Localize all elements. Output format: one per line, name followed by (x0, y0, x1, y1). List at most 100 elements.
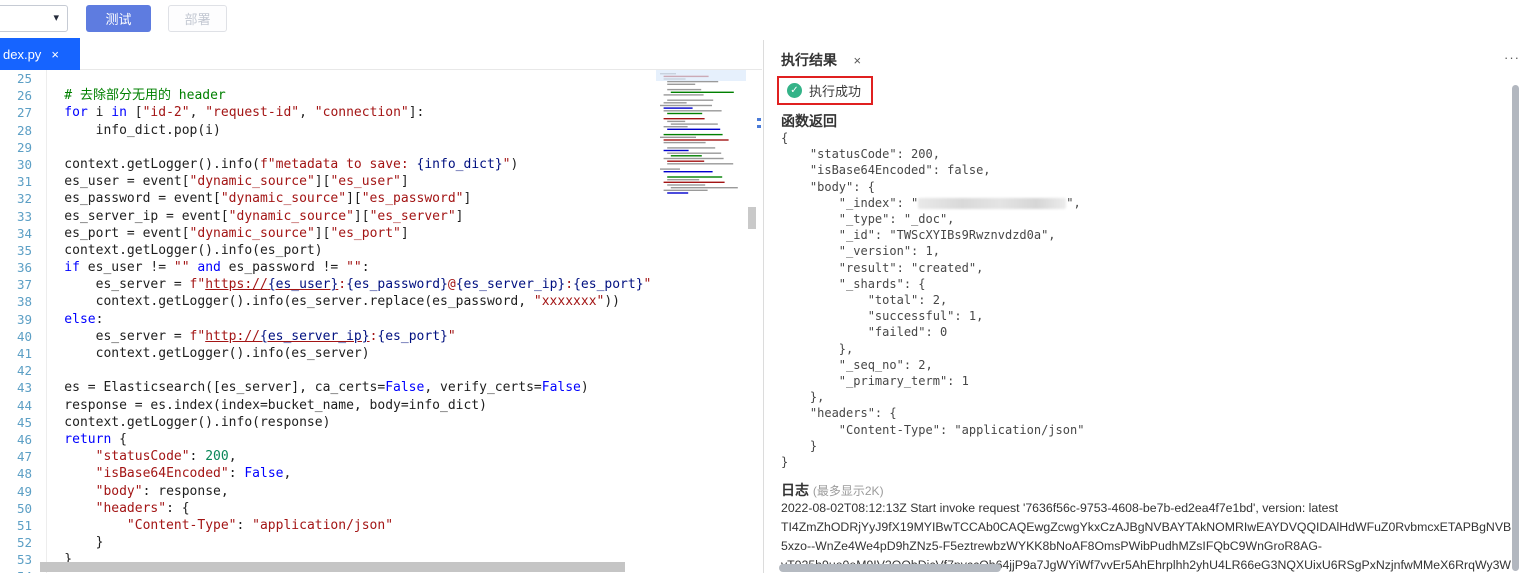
json-line: "isBase64Encoded": false, (781, 163, 991, 178)
tab-index-py[interactable]: dex.py × (0, 38, 80, 70)
minimap-code-preview (660, 73, 738, 194)
code-line[interactable]: 34 es_port = event["dynamic_source"]["es… (0, 225, 762, 242)
code-line[interactable]: 39 else: (0, 311, 762, 328)
line-number: 48 (16, 466, 32, 482)
json-line: "_version": 1, (781, 244, 940, 259)
line-number: 25 (16, 71, 32, 86)
code-line[interactable]: 43 es = Elasticsearch([es_server], ca_ce… (0, 379, 762, 396)
success-check-icon: ✓ (787, 83, 802, 98)
code-line[interactable]: 28 info_dict.pop(i) (0, 122, 762, 139)
close-icon[interactable]: × (853, 53, 861, 68)
result-panel-title: 执行结果 (781, 52, 837, 68)
result-panel-vertical-scrollbar[interactable] (1512, 85, 1519, 571)
json-line: "_shards": { (781, 276, 926, 291)
code-line[interactable]: 46 return { (0, 431, 762, 448)
log-output: 2022-08-02T08:12:13Z Start invoke reques… (781, 499, 1511, 573)
code-line[interactable]: 49 "body": response, (0, 483, 762, 500)
log-horizontal-scrollbar[interactable] (779, 564, 1001, 572)
execution-status-highlight: ✓ 执行成功 (777, 76, 874, 105)
code-lines: 25 26 # 去除部分无用的 header 27 for i in ["id-2"… (0, 70, 762, 573)
line-number: 50 (16, 500, 32, 516)
code-line[interactable]: 41 context.getLogger().info(es_server) (0, 345, 762, 362)
line-number: 32 (16, 191, 32, 207)
code-line[interactable]: 50 "headers": { (0, 500, 762, 517)
code-line[interactable]: 40 es_server = f"http://{es_server_ip}:{… (0, 328, 762, 345)
line-number: 52 (16, 535, 32, 551)
code-line[interactable]: 31 es_user = event["dynamic_source"]["es… (0, 173, 762, 190)
overview-ruler-mark (757, 118, 761, 121)
line-number: 35 (16, 242, 32, 258)
json-line: "_primary_term": 1 (781, 374, 969, 389)
overview-ruler-mark (757, 125, 761, 128)
code-line[interactable]: 26 # 去除部分无用的 header (0, 87, 762, 104)
log-limit-note: (最多显示2K) (812, 484, 884, 498)
code-line[interactable]: 44 response = es.index(index=bucket_name… (0, 397, 762, 414)
line-number: 29 (16, 139, 32, 155)
line-number: 34 (16, 225, 32, 241)
json-line: "Content-Type": "application/json" (781, 422, 1085, 437)
more-options-icon[interactable]: ··· (1504, 50, 1520, 65)
code-line[interactable]: 25 (0, 70, 762, 87)
json-line: } (781, 438, 818, 453)
json-line: "body": { (781, 179, 875, 194)
line-number: 30 (16, 156, 32, 172)
log-heading: 日志 (最多显示2K) (781, 480, 884, 500)
log-line: 2022-08-02T08:12:13Z Start invoke reques… (781, 501, 1339, 515)
line-number: 45 (16, 414, 32, 430)
code-editor[interactable]: 25 26 # 去除部分无用的 header 27 for i in ["id-2"… (0, 70, 762, 573)
editor-vertical-scrollbar[interactable] (748, 207, 756, 229)
code-line[interactable]: 33 es_server_ip = event["dynamic_source"… (0, 208, 762, 225)
code-line[interactable]: 38 context.getLogger().info(es_server.re… (0, 293, 762, 310)
log-line: TI4ZmZhODRjYyJ9fX19MYIBwTCCAb0CAQEwgZcwg… (781, 520, 1511, 534)
json-line: "total": 2, (781, 293, 948, 308)
execution-result-panel: 执行结果 × ··· ✓ 执行成功 函数返回 { "statusCode": 2… (763, 40, 1536, 573)
json-line: "_index": " ", (781, 195, 1081, 210)
json-line: "_seq_no": 2, (781, 357, 933, 372)
line-number: 28 (16, 122, 32, 138)
json-line: { (781, 131, 789, 145)
test-button[interactable]: 测试 (86, 5, 151, 32)
code-line[interactable]: 32 es_password = event["dynamic_source"]… (0, 190, 762, 207)
code-line[interactable]: 51 "Content-Type": "application/json" (0, 517, 762, 534)
line-number: 42 (16, 363, 32, 379)
code-line[interactable]: 29 (0, 139, 762, 156)
function-ide: ▾ 测试 部署 dex.py × 25 26 # 去除部分无用的 header 27… (0, 0, 1536, 573)
line-number: 39 (16, 311, 32, 327)
code-line[interactable]: 27 for i in ["id-2", "request-id", "conn… (0, 104, 762, 121)
json-line: "result": "created", (781, 260, 984, 275)
code-line[interactable]: 45 context.getLogger().info(response) (0, 414, 762, 431)
result-panel-header: 执行结果 × ··· (764, 40, 1536, 74)
line-number: 51 (16, 517, 32, 533)
code-line[interactable]: 47 "statusCode": 200, (0, 448, 762, 465)
line-number: 27 (16, 105, 32, 121)
editor-tabbar: dex.py × (0, 38, 762, 70)
deploy-button[interactable]: 部署 (168, 5, 227, 32)
log-title: 日志 (781, 482, 809, 498)
function-return-heading: 函数返回 (781, 113, 837, 129)
code-line[interactable]: 30 context.getLogger().info(f"metadata t… (0, 156, 762, 173)
code-line[interactable]: 42 (0, 362, 762, 379)
line-number: 31 (16, 174, 32, 190)
editor-horizontal-scrollbar[interactable] (40, 562, 625, 572)
code-line[interactable]: 37 es_server = f"https://{es_user}:{es_p… (0, 276, 762, 293)
status-badge: 执行成功 (809, 84, 862, 99)
code-line[interactable]: 35 context.getLogger().info(es_port) (0, 242, 762, 259)
code-line[interactable]: 36 if es_user != "" and es_password != "… (0, 259, 762, 276)
line-number: 49 (16, 483, 32, 499)
minimap[interactable] (656, 70, 746, 202)
close-icon[interactable]: × (51, 47, 59, 62)
version-dropdown[interactable]: ▾ (0, 5, 68, 32)
line-number: 37 (16, 277, 32, 293)
code-line[interactable]: 48 "isBase64Encoded": False, (0, 465, 762, 482)
line-number: 47 (16, 449, 32, 465)
redacted-value (918, 197, 1067, 209)
minimap-viewport (656, 70, 746, 81)
line-number: 53 (16, 552, 32, 568)
json-line: }, (781, 390, 825, 405)
code-line[interactable]: 52 } (0, 534, 762, 551)
line-number: 54 (0, 568, 32, 573)
tab-label: dex.py (3, 46, 42, 62)
line-number: 41 (16, 346, 32, 361)
line-number: 43 (16, 380, 32, 396)
line-number: 38 (16, 294, 32, 310)
